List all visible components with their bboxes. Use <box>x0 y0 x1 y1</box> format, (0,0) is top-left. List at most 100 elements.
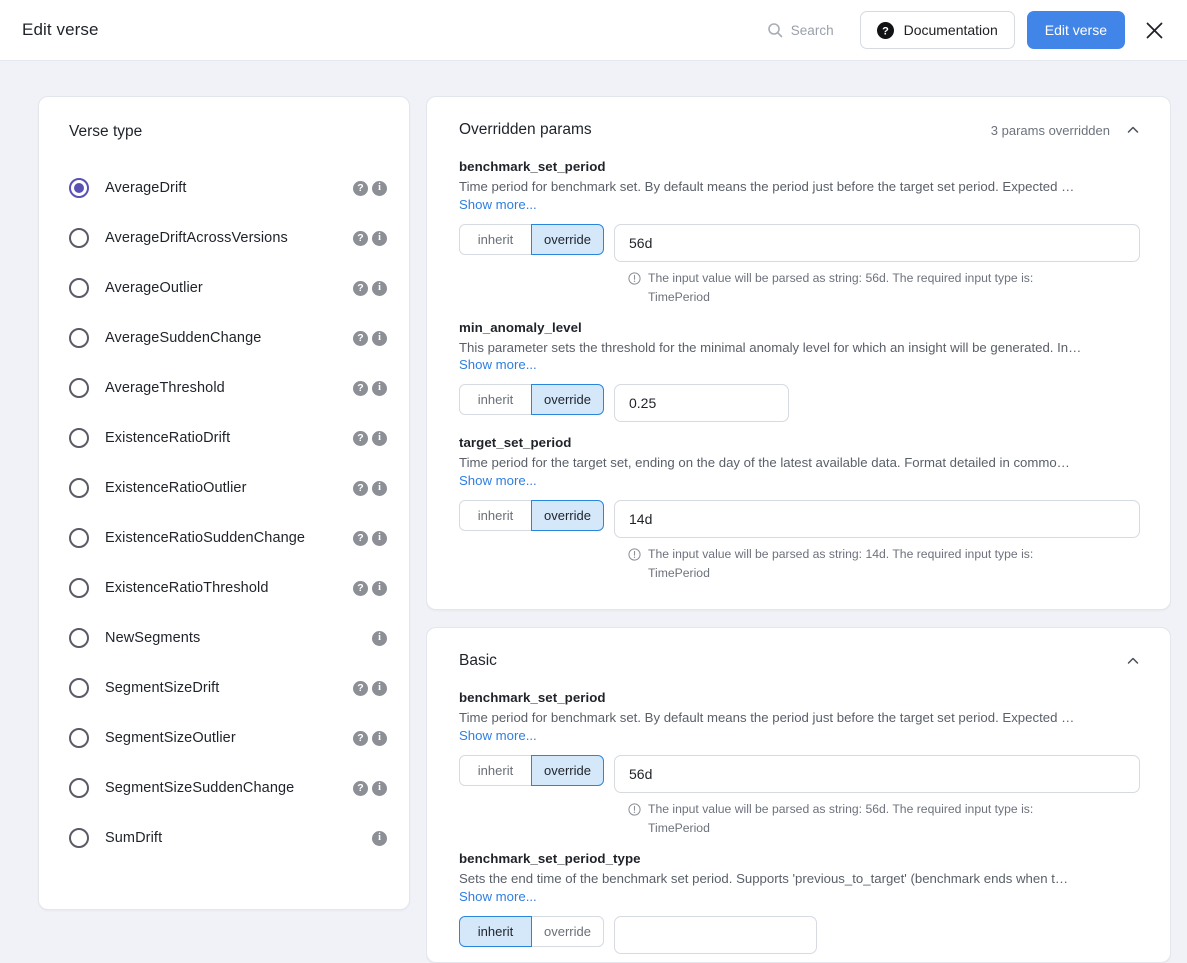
chevron-up-icon[interactable] <box>1126 123 1140 137</box>
verse-type-label: ExistenceRatioThreshold <box>105 580 345 596</box>
radio-button[interactable] <box>69 178 89 198</box>
verse-type-item-existenceratiooutlier[interactable]: ExistenceRatioOutlier?i <box>69 463 387 513</box>
documentation-button[interactable]: ? Documentation <box>860 11 1015 49</box>
basic-params-title: Basic <box>459 652 497 670</box>
help-icon[interactable]: ? <box>353 281 368 296</box>
info-icon[interactable]: i <box>372 781 387 796</box>
help-icon[interactable]: ? <box>353 331 368 346</box>
show-more-link[interactable]: Show more... <box>459 357 537 372</box>
verse-type-item-segmentsizedrift[interactable]: SegmentSizeDrift?i <box>69 663 387 713</box>
verse-type-item-averageoutlier[interactable]: AverageOutlier?i <box>69 263 387 313</box>
info-icon[interactable]: i <box>372 631 387 646</box>
verse-type-label: SumDrift <box>105 830 345 846</box>
info-icon[interactable]: i <box>372 731 387 746</box>
radio-button[interactable] <box>69 228 89 248</box>
override-toggle-button[interactable]: override <box>531 500 604 531</box>
param-description: This parameter sets the threshold for th… <box>459 339 1139 357</box>
show-more-link[interactable]: Show more... <box>459 728 537 743</box>
verse-type-item-existenceratiosuddenchange[interactable]: ExistenceRatioSuddenChange?i <box>69 513 387 563</box>
help-icon[interactable]: ? <box>353 431 368 446</box>
verse-type-item-sumdrift[interactable]: SumDrift i <box>69 813 387 863</box>
inherit-toggle-button[interactable]: inherit <box>459 500 532 531</box>
info-icon[interactable]: i <box>372 831 387 846</box>
param-benchmark_set_period: benchmark_set_periodTime period for benc… <box>459 690 1140 838</box>
help-icon[interactable]: ? <box>353 481 368 496</box>
param-value-input[interactable] <box>614 755 1140 793</box>
overridden-params-count: 3 params overridden <box>991 123 1110 138</box>
param-value-input[interactable] <box>614 384 789 422</box>
show-more-link[interactable]: Show more... <box>459 473 537 488</box>
verse-type-item-averagethreshold[interactable]: AverageThreshold?i <box>69 363 387 413</box>
verse-type-icons: ?i <box>345 731 387 746</box>
radio-button[interactable] <box>69 628 89 648</box>
basic-params-list: benchmark_set_periodTime period for benc… <box>459 690 1140 953</box>
verse-type-item-averagesuddenchange[interactable]: AverageSuddenChange?i <box>69 313 387 363</box>
info-icon[interactable]: i <box>372 281 387 296</box>
info-icon[interactable]: i <box>372 381 387 396</box>
param-name: min_anomaly_level <box>459 320 1140 335</box>
chevron-up-icon[interactable] <box>1126 654 1140 668</box>
info-icon[interactable]: i <box>372 681 387 696</box>
search-input[interactable]: Search <box>767 22 834 38</box>
overridden-params-header: Overridden params 3 params overridden <box>459 121 1140 139</box>
help-icon[interactable]: ? <box>353 581 368 596</box>
inherit-override-toggle: inheritoverride <box>459 916 604 947</box>
verse-type-item-segmentsizesuddenchange[interactable]: SegmentSizeSuddenChange?i <box>69 763 387 813</box>
param-description: Time period for benchmark set. By defaul… <box>459 178 1139 196</box>
override-toggle-button[interactable]: override <box>531 755 604 786</box>
verse-type-item-averagedrift[interactable]: AverageDrift?i <box>69 163 387 213</box>
help-icon[interactable]: ? <box>353 781 368 796</box>
inherit-toggle-button[interactable]: inherit <box>459 755 532 786</box>
param-name: target_set_period <box>459 435 1140 450</box>
param-value-input[interactable] <box>614 916 817 954</box>
radio-button[interactable] <box>69 478 89 498</box>
help-icon[interactable]: ? <box>353 381 368 396</box>
radio-button[interactable] <box>69 278 89 298</box>
verse-type-item-existenceratiodrift[interactable]: ExistenceRatioDrift?i <box>69 413 387 463</box>
override-toggle-button[interactable]: override <box>531 224 604 255</box>
info-icon[interactable]: i <box>372 531 387 546</box>
radio-button[interactable] <box>69 328 89 348</box>
verse-type-item-existenceratiothreshold[interactable]: ExistenceRatioThreshold? i <box>69 563 387 613</box>
radio-button[interactable] <box>69 578 89 598</box>
radio-button[interactable] <box>69 678 89 698</box>
verse-type-item-newsegments[interactable]: NewSegmentsi <box>69 613 387 663</box>
param-value-input[interactable] <box>614 224 1140 262</box>
help-icon[interactable]: ? <box>353 681 368 696</box>
info-icon[interactable]: i <box>372 431 387 446</box>
overridden-params-panel: Overridden params 3 params overridden be… <box>426 96 1171 610</box>
radio-button[interactable] <box>69 528 89 548</box>
search-icon <box>767 22 783 38</box>
close-button[interactable] <box>1137 13 1171 47</box>
edit-verse-button[interactable]: Edit verse <box>1027 11 1125 49</box>
param-name: benchmark_set_period <box>459 159 1140 174</box>
info-icon[interactable]: i <box>372 331 387 346</box>
info-icon[interactable]: i <box>372 481 387 496</box>
radio-button[interactable] <box>69 778 89 798</box>
verse-type-item-averagedriftacrossversions[interactable]: AverageDriftAcrossVersions?i <box>69 213 387 263</box>
inherit-toggle-button[interactable]: inherit <box>459 384 532 415</box>
override-toggle-button[interactable]: override <box>531 916 604 947</box>
help-icon[interactable]: ? <box>353 731 368 746</box>
help-icon[interactable]: ? <box>353 531 368 546</box>
verse-type-icons: ?i <box>345 331 387 346</box>
inherit-toggle-button[interactable]: inherit <box>459 224 532 255</box>
help-circle-icon: ? <box>877 22 894 39</box>
radio-button[interactable] <box>69 828 89 848</box>
verse-type-label: SegmentSizeOutlier <box>105 730 345 746</box>
info-icon[interactable]: i <box>372 181 387 196</box>
radio-button[interactable] <box>69 728 89 748</box>
inherit-toggle-button[interactable]: inherit <box>459 916 532 947</box>
show-more-link[interactable]: Show more... <box>459 197 537 212</box>
help-icon[interactable]: ? <box>353 181 368 196</box>
verse-type-item-segmentsizeoutlier[interactable]: SegmentSizeOutlier?i <box>69 713 387 763</box>
param-value-input[interactable] <box>614 500 1140 538</box>
help-icon[interactable]: ? <box>353 231 368 246</box>
inherit-override-toggle: inheritoverride <box>459 500 604 531</box>
show-more-link[interactable]: Show more... <box>459 889 537 904</box>
radio-button[interactable] <box>69 378 89 398</box>
override-toggle-button[interactable]: override <box>531 384 604 415</box>
radio-button[interactable] <box>69 428 89 448</box>
info-icon[interactable]: i <box>372 231 387 246</box>
info-icon[interactable]: i <box>372 581 387 596</box>
